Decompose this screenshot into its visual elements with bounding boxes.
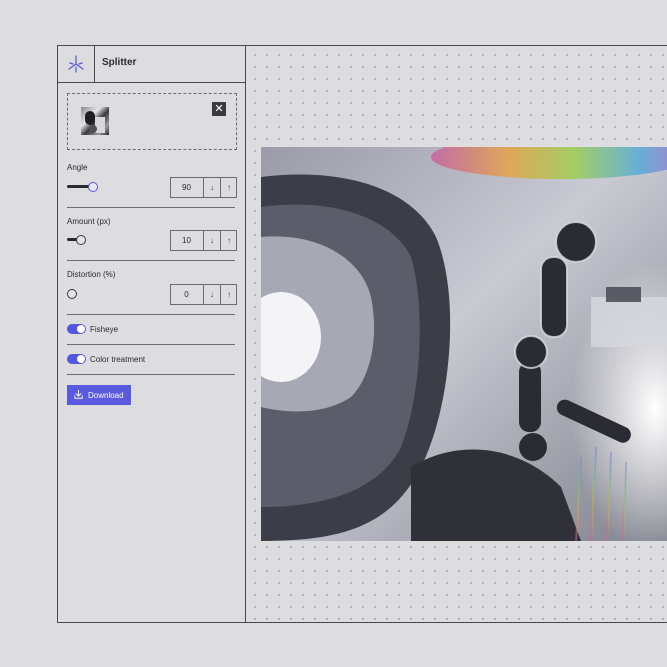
fisheye-label: Fisheye [90,325,119,334]
angle-slider-knob[interactable] [88,182,98,192]
download-icon [74,390,83,399]
amount-label: Amount (px) [67,217,111,226]
divider [67,344,235,345]
app-title: Splitter [102,57,137,68]
amount-stepper: 10 ↓ ↑ [170,230,237,251]
download-button[interactable]: Download [67,385,131,405]
amount-slider-knob[interactable] [76,235,86,245]
divider [67,314,235,315]
angle-slider[interactable] [67,182,107,192]
image-thumbnail [81,107,109,135]
distortion-stepper: 0 ↓ ↑ [170,284,237,305]
amount-increment-button[interactable]: ↑ [220,231,237,250]
divider [67,207,235,208]
download-label: Download [88,391,124,400]
image-upload-area[interactable]: ✕ [67,93,237,150]
canvas-area [246,46,667,622]
sidebar: Splitter ✕ Angle 90 ↓ ↑ Amount (px) 10 ↓… [58,46,246,622]
angle-increment-button[interactable]: ↑ [220,178,237,197]
distortion-label: Distortion (%) [67,270,116,279]
remove-image-button[interactable]: ✕ [212,102,226,116]
splitter-logo-icon [58,46,95,82]
amount-value-input[interactable]: 10 [171,231,202,250]
amount-decrement-button[interactable]: ↓ [203,231,220,250]
color-treatment-label: Color treatment [90,355,146,364]
color-treatment-toggle[interactable] [67,354,86,364]
sidebar-header: Splitter [58,46,245,83]
distortion-slider[interactable] [67,289,107,299]
distortion-slider-knob[interactable] [67,289,77,299]
divider [67,260,235,261]
angle-stepper: 90 ↓ ↑ [170,177,237,198]
fisheye-toggle[interactable] [67,324,86,334]
distortion-value-input[interactable]: 0 [171,285,202,304]
angle-value-input[interactable]: 90 [171,178,202,197]
angle-label: Angle [67,163,88,172]
distortion-decrement-button[interactable]: ↓ [203,285,220,304]
app-window: Splitter ✕ Angle 90 ↓ ↑ Amount (px) 10 ↓… [57,45,667,623]
distortion-increment-button[interactable]: ↑ [220,285,237,304]
amount-slider[interactable] [67,235,107,245]
divider [67,374,235,375]
image-preview [261,147,667,541]
angle-decrement-button[interactable]: ↓ [203,178,220,197]
